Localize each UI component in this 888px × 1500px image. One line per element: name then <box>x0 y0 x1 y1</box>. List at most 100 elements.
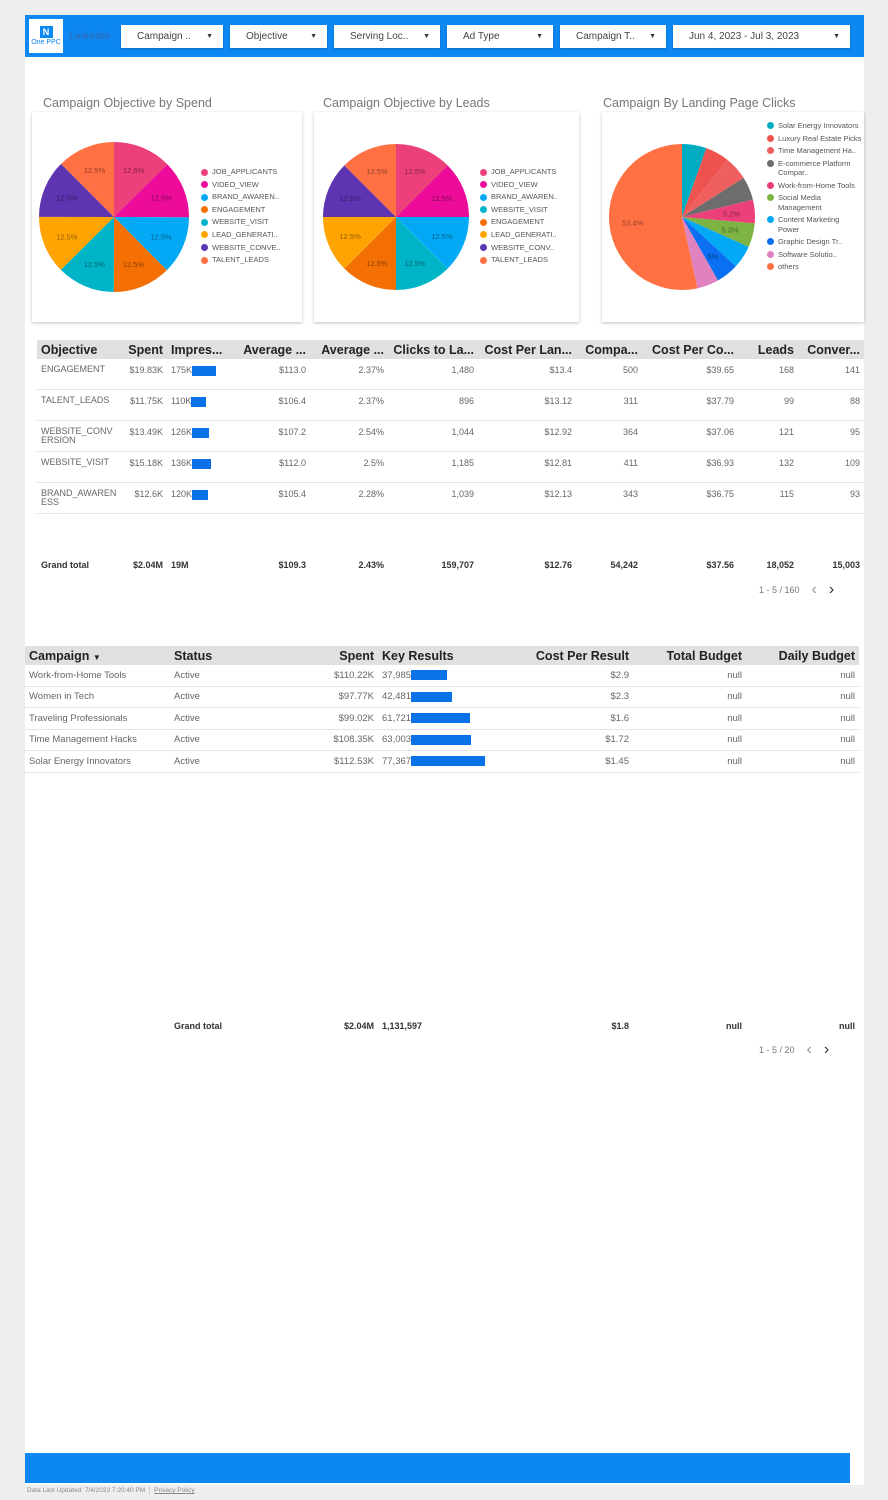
impressions-value: 110K <box>171 396 192 406</box>
legend-item[interactable]: WEBSITE_CONV.. <box>480 242 558 255</box>
campaign-cell-text: Solar Energy Innovators <box>29 755 131 767</box>
conv-cell: 109 <box>798 458 864 482</box>
daily-cell-text: null <box>840 669 855 681</box>
daily-cell-text: null <box>840 712 855 724</box>
table-row[interactable]: BRAND_AWARENESS $12.6K 120K $105.4 2.28% 1,03… <box>37 483 864 514</box>
legend-item[interactable]: ENGAGEMENT <box>201 204 281 217</box>
daily-cell: null <box>746 734 859 745</box>
column-header[interactable]: Campaign ▼ <box>25 649 170 663</box>
legend-item[interactable]: others <box>767 262 862 272</box>
chevron-right-icon[interactable]: › <box>824 1041 829 1059</box>
legend-item[interactable]: WEBSITE_VISIT <box>201 216 281 229</box>
legend-dot-icon <box>201 193 208 201</box>
legend-item[interactable]: Time Management Ha.. <box>767 146 862 156</box>
legend-item[interactable]: LEAD_GENERATI.. <box>480 229 558 242</box>
column-header[interactable]: Compa... <box>576 343 642 357</box>
column-header[interactable]: Spent <box>290 649 378 663</box>
legend-item[interactable]: Solar Energy Innovators <box>767 121 862 131</box>
chevron-right-icon[interactable]: › <box>829 581 834 599</box>
column-header[interactable]: Objective <box>37 343 122 357</box>
column-header[interactable]: Clicks to La... <box>388 343 478 357</box>
legend-item[interactable]: Content Marketing Power <box>767 215 862 234</box>
filter-objective[interactable]: Objective ▼ <box>230 24 327 48</box>
legend-label: JOB_APPLICANTS <box>212 167 278 176</box>
column-header[interactable]: Cost Per Lan... <box>478 343 576 357</box>
filter-serving-location[interactable]: Serving Loc.. ▼ <box>334 24 440 48</box>
legend-item[interactable]: WEBSITE_VISIT <box>480 204 558 217</box>
legend-item[interactable]: TALENT_LEADS <box>201 254 281 267</box>
compa-cell: 343 <box>576 489 642 513</box>
table-row[interactable]: Time Management Hacks Active $108.35K 63,00… <box>25 730 859 751</box>
legend-item[interactable]: TALENT_LEADS <box>480 254 558 267</box>
table-row[interactable]: Women in Tech Active $97.77K 42,481 $2.3 null… <box>25 687 859 708</box>
caret-down-icon[interactable]: ▼ <box>93 653 101 662</box>
key-results-cell: 61,721 <box>378 713 500 724</box>
total-key-text: 1,131,597 <box>382 1020 423 1031</box>
avg2-cell-text: 2.37% <box>358 396 384 406</box>
legend-item[interactable]: BRAND_AWAREN.. <box>201 191 281 204</box>
legend-item[interactable]: Software Solutio.. <box>767 250 862 260</box>
avg1-cell: $113.0 <box>233 365 310 389</box>
objective-cell: WEBSITE_CONVERSION <box>37 427 122 451</box>
column-header[interactable]: Daily Budget <box>746 649 859 663</box>
cpc-cell-text: $36.93 <box>706 458 734 468</box>
table-row[interactable]: TALENT_LEADS $11.75K 110K $106.4 2.37% 896 $13… <box>37 390 864 421</box>
legend-item[interactable]: BRAND_AWAREN.. <box>480 191 558 204</box>
legend-item[interactable]: VIDEO_VIEW <box>480 179 558 192</box>
column-header[interactable]: Spent <box>122 343 167 357</box>
legend-label: Content Marketing Power <box>778 215 840 234</box>
filter-campaign[interactable]: Campaign .. ▼ <box>121 24 223 48</box>
objective-cell: WEBSITE_VISIT <box>37 458 122 482</box>
cpc-cell: $36.93 <box>642 458 738 482</box>
privacy-policy-link[interactable]: Privacy Policy <box>149 1487 195 1494</box>
filter-label: Objective <box>246 30 288 42</box>
legend-item[interactable]: Social Media Management <box>767 193 862 212</box>
column-header[interactable]: Impres... <box>167 343 233 357</box>
column-header[interactable]: Average ... <box>233 343 310 357</box>
legend-dot-icon <box>480 256 487 264</box>
column-header[interactable]: Leads <box>738 343 798 357</box>
legend-item[interactable]: JOB_APPLICANTS <box>480 166 558 179</box>
column-header[interactable]: Key Results <box>378 649 500 663</box>
leads-cell-text: 99 <box>783 396 794 406</box>
table-row[interactable]: Traveling Professionals Active $99.02K 61,7… <box>25 708 859 730</box>
legend-dot-icon <box>767 216 774 223</box>
legend-item[interactable]: Graphic Design Tr.. <box>767 237 862 247</box>
chevron-left-icon[interactable]: ‹ <box>812 581 817 599</box>
legend-item[interactable]: E-commerce Platform Compar.. <box>767 159 862 178</box>
key-results-bar <box>411 670 448 681</box>
legend-item[interactable]: Luxury Real Estate Picks <box>767 134 862 144</box>
legend-item[interactable]: WEBSITE_CONVE.. <box>201 242 281 255</box>
compa-cell-text: 364 <box>622 427 638 437</box>
cpr-cell-text: $1.45 <box>605 755 629 767</box>
table-row[interactable]: WEBSITE_CONVERSION $13.49K 126K $107.2 2.54%… <box>37 421 864 452</box>
table-row[interactable]: ENGAGEMENT $19.83K 175K $113.0 2.37% 1,480 $13… <box>37 359 864 390</box>
column-header[interactable]: Status <box>170 649 290 663</box>
column-header[interactable]: Total Budget <box>633 649 746 663</box>
table-row[interactable]: Work-from-Home Tools Active $110.22K 37,985… <box>25 665 859 687</box>
grand-total-row: Grand total $2.04M 1,131,597 $1.8 null null <box>25 1021 859 1031</box>
legend-item[interactable]: LEAD_GENERATI.. <box>201 229 281 242</box>
column-header[interactable]: Cost Per Result <box>500 649 633 663</box>
objective-table: Objective Spent Impres... Average ... Averag… <box>37 340 864 570</box>
chart-title-spend: Campaign Objective by Spend <box>43 96 212 110</box>
spent-cell: $108.35K <box>290 734 378 745</box>
filter-campaign-type[interactable]: Campaign T.. ▼ <box>560 24 666 48</box>
table-row[interactable]: Solar Energy Innovators Active $112.53K 77,… <box>25 751 859 773</box>
legend-dot-icon <box>201 218 208 226</box>
legend-item[interactable]: JOB_APPLICANTS <box>201 166 281 179</box>
impressions-bar <box>192 427 210 438</box>
table-row[interactable]: WEBSITE_VISIT $15.18K 136K $112.0 2.5% 1,185 $… <box>37 452 864 483</box>
chevron-left-icon[interactable]: ‹ <box>807 1041 812 1059</box>
legend-item[interactable]: VIDEO_VIEW <box>201 179 281 192</box>
filter-ad-type[interactable]: Ad Type ▼ <box>447 24 553 48</box>
legend-item[interactable]: Work-from-Home Tools <box>767 181 862 191</box>
legend-item[interactable]: ENGAGEMENT <box>480 216 558 229</box>
impressions-cell: 120K <box>167 489 233 513</box>
column-header[interactable]: Average ... <box>310 343 388 357</box>
total-cell: null <box>633 670 746 681</box>
leads-cell: 168 <box>738 365 798 389</box>
date-range-picker[interactable]: Jun 4, 2023 - Jul 3, 2023 ▼ <box>673 24 850 48</box>
column-header[interactable]: Conver... <box>798 343 864 357</box>
column-header[interactable]: Cost Per Co... <box>642 343 738 357</box>
